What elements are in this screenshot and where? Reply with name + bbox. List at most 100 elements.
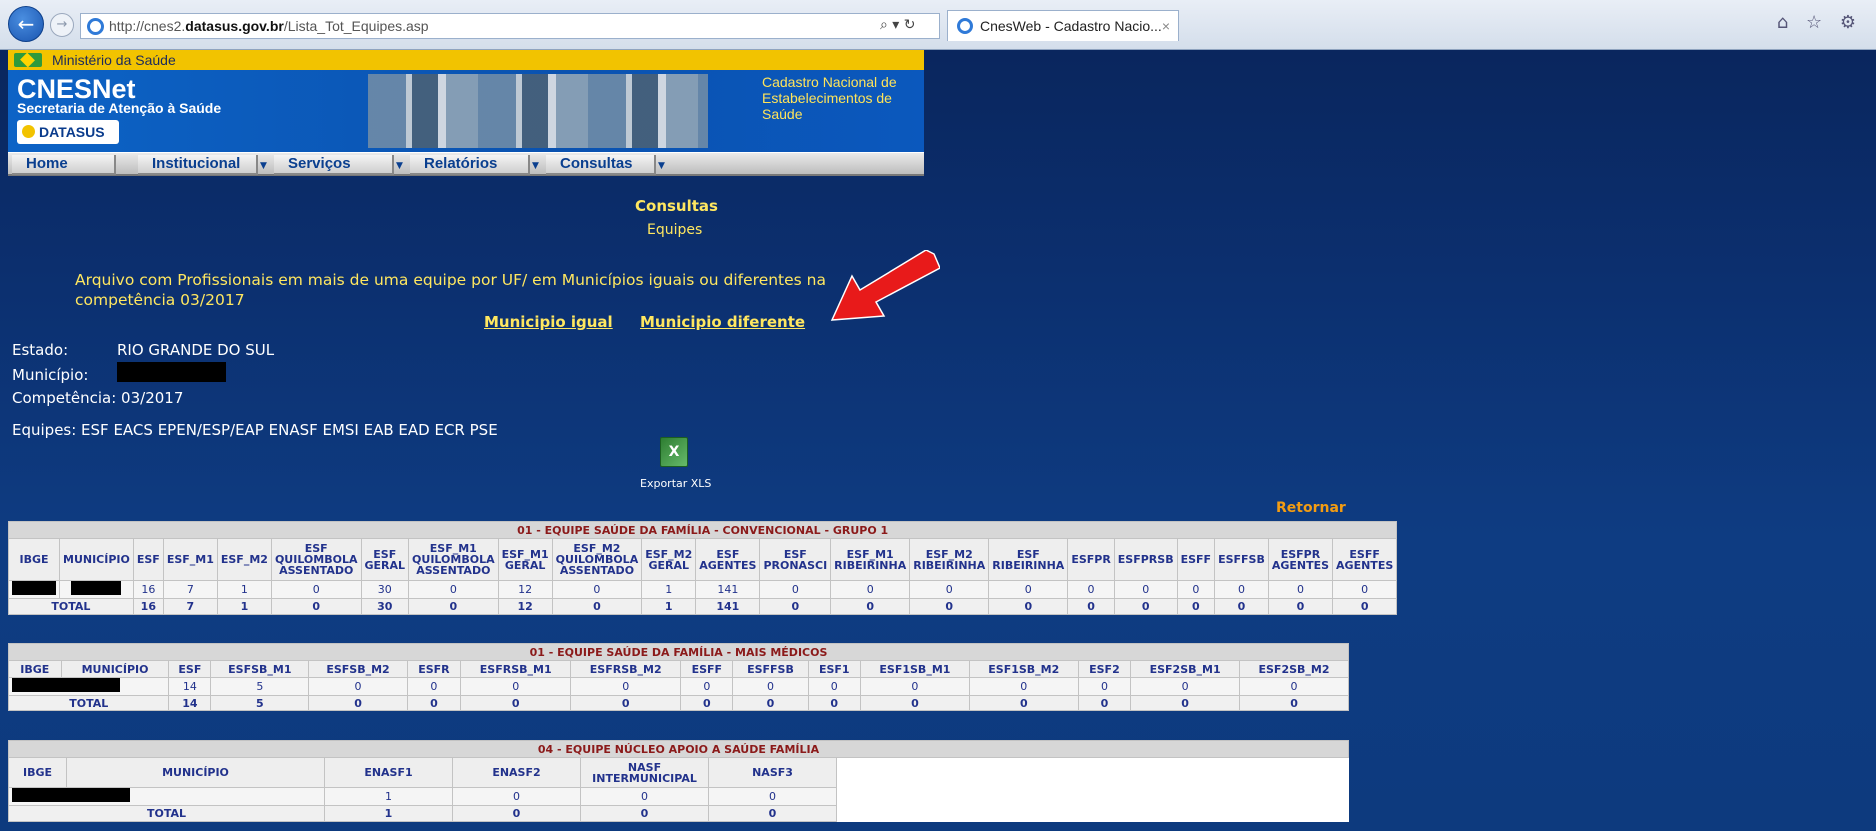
address-bar[interactable]: http://cnes2.datasus.gov.br/Lista_Tot_Eq… [80, 13, 940, 39]
home-favorites-settings-icons[interactable]: ⌂ ☆ ⚙ [1777, 12, 1862, 33]
column-header: ESFF [680, 660, 734, 678]
brazil-flag-icon [14, 53, 42, 67]
table-cell: 14 [168, 677, 212, 696]
tab-close-icon[interactable]: × [1162, 11, 1170, 41]
column-header: ESFSB_M2 [308, 660, 408, 678]
menu-home[interactable]: Home [12, 155, 116, 175]
total-cell: 1 [216, 598, 272, 615]
column-header: ESFPRSB [1113, 538, 1178, 581]
column-header: MUNICÍPIO [66, 757, 325, 788]
total-label: TOTAL [7, 695, 170, 711]
menu-consultas[interactable]: Consultas [546, 155, 656, 175]
address-tools-icons[interactable]: ⌕ ▾ ↻ [880, 13, 938, 39]
municipio-igual-link[interactable]: Municipio igual [484, 313, 613, 331]
total-cell: 30 [360, 598, 410, 615]
site-brand: CNESNet [17, 74, 136, 104]
page-subtitle: Equipes [647, 222, 703, 238]
red-arrow-annotation [830, 250, 940, 321]
municipio-diferente-link[interactable]: Municipio diferente [640, 313, 805, 331]
column-header: ESF_M1 QUILOMBOLA ASSENTADO [408, 538, 499, 581]
total-cell: 0 [308, 695, 408, 711]
municipio-cell[interactable] [59, 580, 134, 599]
table-nasf: 04 - EQUIPE NÚCLEO APOIO A SAÚDE FAMÍLIA… [8, 740, 1349, 822]
total-cell: 0 [1130, 695, 1241, 711]
datasus-logo: DATASUS [17, 120, 119, 144]
excel-export-icon[interactable]: X [660, 437, 688, 467]
column-header: ESF_M2 RIBEIRINHA [909, 538, 990, 581]
table-filler [836, 757, 1349, 822]
column-header: ESF1SB_M1 [859, 660, 970, 678]
table-cell: 0 [406, 677, 462, 696]
total-cell: 7 [162, 598, 218, 615]
chevron-down-icon[interactable]: ▼ [260, 161, 267, 171]
banner-photos [368, 74, 708, 148]
table-cell: 16 [132, 580, 164, 599]
browser-tab[interactable]: CnesWeb - Cadastro Nacio... × [947, 10, 1179, 41]
column-header: ENASF2 [452, 757, 581, 788]
column-header: ESFRSB_M1 [460, 660, 572, 678]
cadastro-title: Cadastro Nacional de Estabelecimentos de… [762, 74, 897, 122]
site-banner: CNESNet Secretaria de Atenção à Saúde DA… [8, 70, 924, 152]
table-cell: 0 [1214, 580, 1269, 599]
total-cell: 0 [1176, 598, 1216, 615]
table-cell: 0 [1239, 677, 1349, 696]
municipio-cell[interactable] [7, 677, 170, 696]
menu-institucional[interactable]: Institucional [138, 155, 258, 175]
total-cell: 0 [270, 598, 362, 615]
column-header: ESFPR AGENTES [1267, 538, 1334, 581]
municipio-cell[interactable] [8, 787, 325, 806]
total-cell: 0 [968, 695, 1079, 711]
table-cell: 0 [1176, 580, 1216, 599]
total-cell: 0 [680, 695, 734, 711]
forward-arrow-icon[interactable]: → [50, 13, 74, 37]
retornar-link[interactable]: Retornar [1276, 500, 1346, 516]
page-title: Consultas [635, 197, 718, 215]
chevron-down-icon[interactable]: ▼ [532, 161, 539, 171]
column-header: ESFF [1176, 538, 1216, 581]
ministry-bar: Ministério da Saúde [8, 50, 924, 70]
column-header: ESF_M1 [162, 538, 218, 581]
column-header: MUNICÍPIO [60, 660, 170, 678]
table-cell: 0 [1077, 677, 1132, 696]
total-cell: 0 [580, 805, 709, 822]
total-cell: 0 [807, 695, 861, 711]
municipio-label: Município: [12, 366, 89, 384]
total-cell: 1 [324, 805, 453, 822]
table-cell: 0 [708, 787, 837, 806]
table-caption: 01 - EQUIPE SAÚDE DA FAMÍLIA - MAIS MÉDI… [8, 643, 1349, 661]
table-cell: 0 [452, 787, 581, 806]
ibge-cell [8, 580, 60, 599]
column-header: ESFR [406, 660, 462, 678]
menu-servicos[interactable]: Serviços [274, 155, 394, 175]
redaction-box [12, 678, 120, 692]
total-cell: 0 [1077, 695, 1132, 711]
chevron-down-icon[interactable]: ▼ [658, 161, 665, 171]
table-cell: 30 [360, 580, 410, 599]
estado-value: RIO GRANDE DO SUL [117, 341, 275, 359]
column-header: ESF RIBEIRINHA [988, 538, 1069, 581]
redaction-box [12, 581, 56, 595]
table-cell: 0 [1267, 580, 1334, 599]
total-cell: 0 [1113, 598, 1178, 615]
table-cell: 0 [988, 580, 1069, 599]
export-xls-link[interactable]: Exportar XLS [640, 477, 711, 490]
ie-tab-icon [957, 18, 973, 34]
total-cell: 0 [1267, 598, 1334, 615]
total-cell: 0 [830, 598, 911, 615]
table-cell: 5 [210, 677, 310, 696]
table-cell: 1 [641, 580, 697, 599]
table-cell: 0 [759, 580, 832, 599]
url-path: /Lista_Tot_Equipes.asp [283, 18, 429, 34]
table-cell: 0 [732, 677, 809, 696]
chevron-down-icon[interactable]: ▼ [396, 161, 403, 171]
table-cell: 0 [308, 677, 408, 696]
total-cell: 0 [406, 695, 462, 711]
back-arrow-icon[interactable]: ← [8, 6, 44, 42]
table-caption: 04 - EQUIPE NÚCLEO APOIO A SAÚDE FAMÍLIA [8, 740, 1349, 758]
total-cell: 0 [551, 598, 643, 615]
table-cell: 1 [216, 580, 272, 599]
menu-relatorios[interactable]: Relatórios [410, 155, 530, 175]
table-cell: 1 [324, 787, 453, 806]
total-label: TOTAL [8, 805, 325, 822]
total-cell: 0 [1067, 598, 1115, 615]
